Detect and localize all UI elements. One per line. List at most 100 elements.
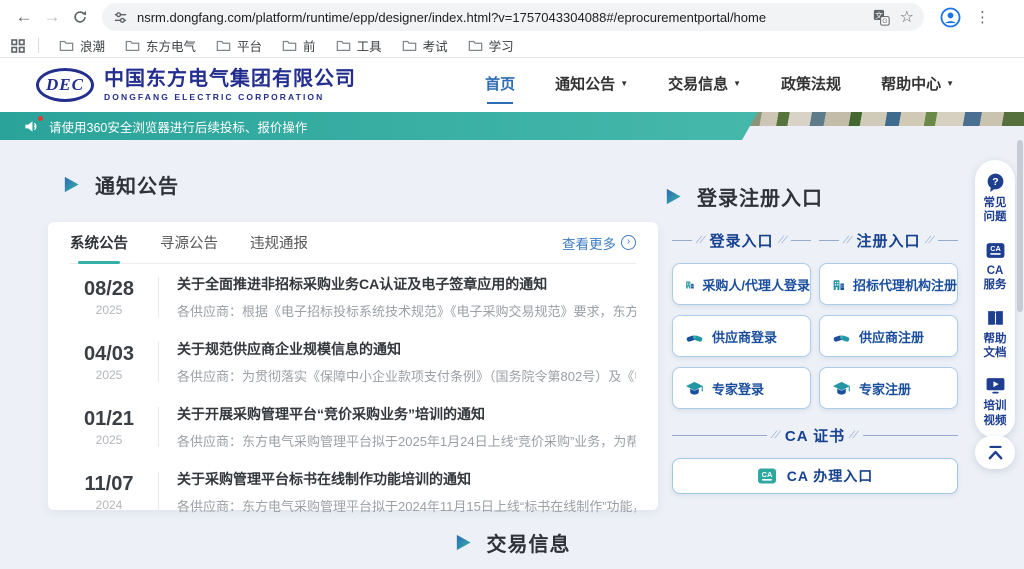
nav-notices[interactable]: 通知公告 ▼	[555, 67, 628, 104]
section-title: 通知公告	[95, 170, 179, 199]
translate-icon[interactable]: 文G	[873, 9, 890, 26]
reload-icon	[72, 9, 88, 25]
bookmark-folder[interactable]: 前	[274, 34, 324, 57]
section-title: 交易信息	[487, 528, 571, 557]
site-header: DEC 中国东方电气集团有限公司 DONGFANG ELECTRIC CORPO…	[0, 58, 1024, 112]
nav-label: 政策法规	[781, 73, 841, 94]
browser-toolbar: ← → nsrm.dongfang.com/platform/runtime/e…	[0, 0, 1024, 34]
help-docs-button[interactable]: 帮助文档	[984, 308, 1007, 361]
toolbar-right: ⋮	[940, 7, 990, 28]
building-icon	[685, 275, 694, 294]
profile-avatar-icon[interactable]	[940, 7, 961, 28]
apps-grid-icon[interactable]	[10, 38, 26, 54]
url-text[interactable]: nsrm.dongfang.com/platform/runtime/epp/d…	[137, 10, 863, 25]
bookmark-folder[interactable]: 东方电气	[117, 34, 204, 57]
section-arrow-icon	[62, 175, 81, 194]
ca-service-button[interactable]: CA CA服务	[984, 240, 1007, 293]
ca-certificate-section: // CA 证书 // CA CA 办理入口	[672, 425, 958, 494]
bookmark-folder[interactable]: 平台	[208, 34, 270, 57]
login-entry-header: // 登录入口 //	[672, 230, 811, 251]
ca-section-header: // CA 证书 //	[672, 425, 958, 446]
bookmark-folder[interactable]: 工具	[328, 34, 390, 57]
view-more-link[interactable]: 查看更多 ›	[562, 233, 636, 253]
divider	[158, 277, 159, 317]
notice-title[interactable]: 关于开展采购管理平台“竞价采购业务”培训的通知	[177, 404, 636, 424]
notice-title[interactable]: 关于规范供应商企业规模信息的通知	[177, 339, 636, 359]
expert-login-button[interactable]: 专家登录	[672, 367, 811, 409]
nav-help-center[interactable]: 帮助中心▼	[881, 67, 954, 104]
notice-desc: 各供应商：根据《电子招标投标系统技术规范》《电子采购交易规范》要求，东方电气采购…	[177, 301, 636, 320]
reload-button[interactable]	[66, 3, 94, 31]
address-bar[interactable]: nsrm.dongfang.com/platform/runtime/epp/d…	[102, 3, 924, 31]
view-more-label: 查看更多	[562, 233, 616, 253]
svg-text:G: G	[882, 18, 887, 25]
forward-button[interactable]: →	[38, 3, 66, 31]
training-videos-button[interactable]: 培训视频	[984, 375, 1007, 428]
company-name-cn: 中国东方电气集团有限公司	[104, 68, 356, 90]
expert-register-button[interactable]: 专家注册	[819, 367, 958, 409]
folder-icon	[282, 39, 297, 52]
nav-label: 交易信息	[668, 73, 728, 94]
supplier-login-button[interactable]: 供应商登录	[672, 315, 811, 357]
company-logo[interactable]: DEC 中国东方电气集团有限公司 DONGFANG ELECTRIC CORPO…	[36, 68, 356, 102]
bookmark-label: 考试	[423, 36, 448, 55]
chevron-right-circle-icon: ›	[621, 235, 636, 250]
tab-system-notices[interactable]: 系统公告	[70, 222, 128, 264]
buyer-agent-login-button[interactable]: 采购人/代理人登录	[672, 263, 811, 305]
bookmark-star-icon[interactable]: ☆	[900, 7, 914, 27]
trade-info-section-header: 交易信息	[0, 528, 1024, 557]
back-button[interactable]: ←	[10, 3, 38, 31]
notice-year: 2024	[70, 498, 148, 512]
entry-buttons: 采购人/代理人登录 招标代理机构注册 供应商登录 供应商注册 专家登录 专家注册	[672, 263, 958, 409]
faq-button[interactable]: ? 常见问题	[984, 172, 1007, 225]
hero-banner-image	[748, 112, 1024, 126]
nav-trade-info[interactable]: 交易信息 ▼	[668, 67, 741, 104]
divider	[158, 407, 159, 447]
notice-date: 01/21 2025	[70, 408, 148, 447]
nav-home[interactable]: 首页	[485, 67, 515, 104]
chevron-down-icon: ▼	[620, 79, 628, 88]
tab-violation-reports[interactable]: 违规通报	[250, 222, 308, 264]
nav-policies[interactable]: 政策法规	[781, 67, 841, 104]
back-to-top-button[interactable]	[975, 436, 1015, 469]
bookmark-folder[interactable]: 考试	[394, 34, 456, 57]
button-label: 专家注册	[859, 379, 911, 398]
sidebar-label: 培训视频	[984, 399, 1007, 428]
notice-year: 2025	[70, 303, 148, 317]
notice-month-day: 01/21	[70, 408, 148, 431]
bookmark-folder[interactable]: 学习	[460, 34, 522, 57]
video-icon	[985, 375, 1006, 396]
notice-list-item[interactable]: 08/28 2025 关于全面推进非招标采购业务CA认证及电子签章应用的通知 各…	[70, 264, 636, 329]
chrome-menu-icon[interactable]: ⋮	[975, 8, 990, 26]
notice-title[interactable]: 关于采购管理平台标书在线制作功能培训的通知	[177, 469, 636, 489]
notice-list-item[interactable]: 11/07 2024 关于采购管理平台标书在线制作功能培训的通知 各供应商：东方…	[70, 459, 636, 524]
browser-chrome: ← → nsrm.dongfang.com/platform/runtime/e…	[0, 0, 1024, 58]
notice-desc: 各供应商：东方电气采购管理平台拟于2024年11月15日上线“标书在线制作”功能…	[177, 496, 636, 515]
bidding-agency-register-button[interactable]: 招标代理机构注册	[819, 263, 958, 305]
ca-header-label: CA 证书	[785, 425, 845, 446]
company-name-en: DONGFANG ELECTRIC CORPORATION	[104, 92, 356, 102]
page-scrollbar[interactable]	[1017, 140, 1023, 312]
bookmark-label: 前	[303, 36, 316, 55]
divider	[158, 472, 159, 512]
ca-apply-button[interactable]: CA CA 办理入口	[672, 458, 958, 494]
notice-month-day: 11/07	[70, 473, 148, 496]
notice-list-item[interactable]: 04/03 2025 关于规范供应商企业规模信息的通知 各供应商：为贯彻落实《保…	[70, 329, 636, 394]
notice-list-item[interactable]: 01/21 2025 关于开展采购管理平台“竞价采购业务”培训的通知 各供应商：…	[70, 394, 636, 459]
notice-tabs: 系统公告 寻源公告 违规通报 查看更多 ›	[70, 222, 636, 264]
bookmark-folder[interactable]: 浪潮	[51, 34, 113, 57]
nav-label: 帮助中心	[881, 73, 941, 94]
notice-title[interactable]: 关于全面推进非招标采购业务CA认证及电子签章应用的通知	[177, 274, 636, 294]
bookmark-label: 东方电气	[146, 36, 196, 55]
supplier-register-button[interactable]: 供应商注册	[819, 315, 958, 357]
chevron-down-icon: ▼	[733, 79, 741, 88]
site-info-icon[interactable]	[112, 9, 129, 26]
nav-label: 通知公告	[555, 73, 615, 94]
graduation-cap-icon	[832, 379, 851, 398]
button-label: 供应商登录	[712, 327, 777, 346]
tab-sourcing-notices[interactable]: 寻源公告	[160, 222, 218, 264]
sidebar-label: CA服务	[984, 264, 1007, 293]
bookmark-label: 工具	[357, 36, 382, 55]
browser-notice-ticker: 请使用360安全浏览器进行后续投标、报价操作	[0, 112, 758, 140]
bookmark-label: 学习	[489, 36, 514, 55]
